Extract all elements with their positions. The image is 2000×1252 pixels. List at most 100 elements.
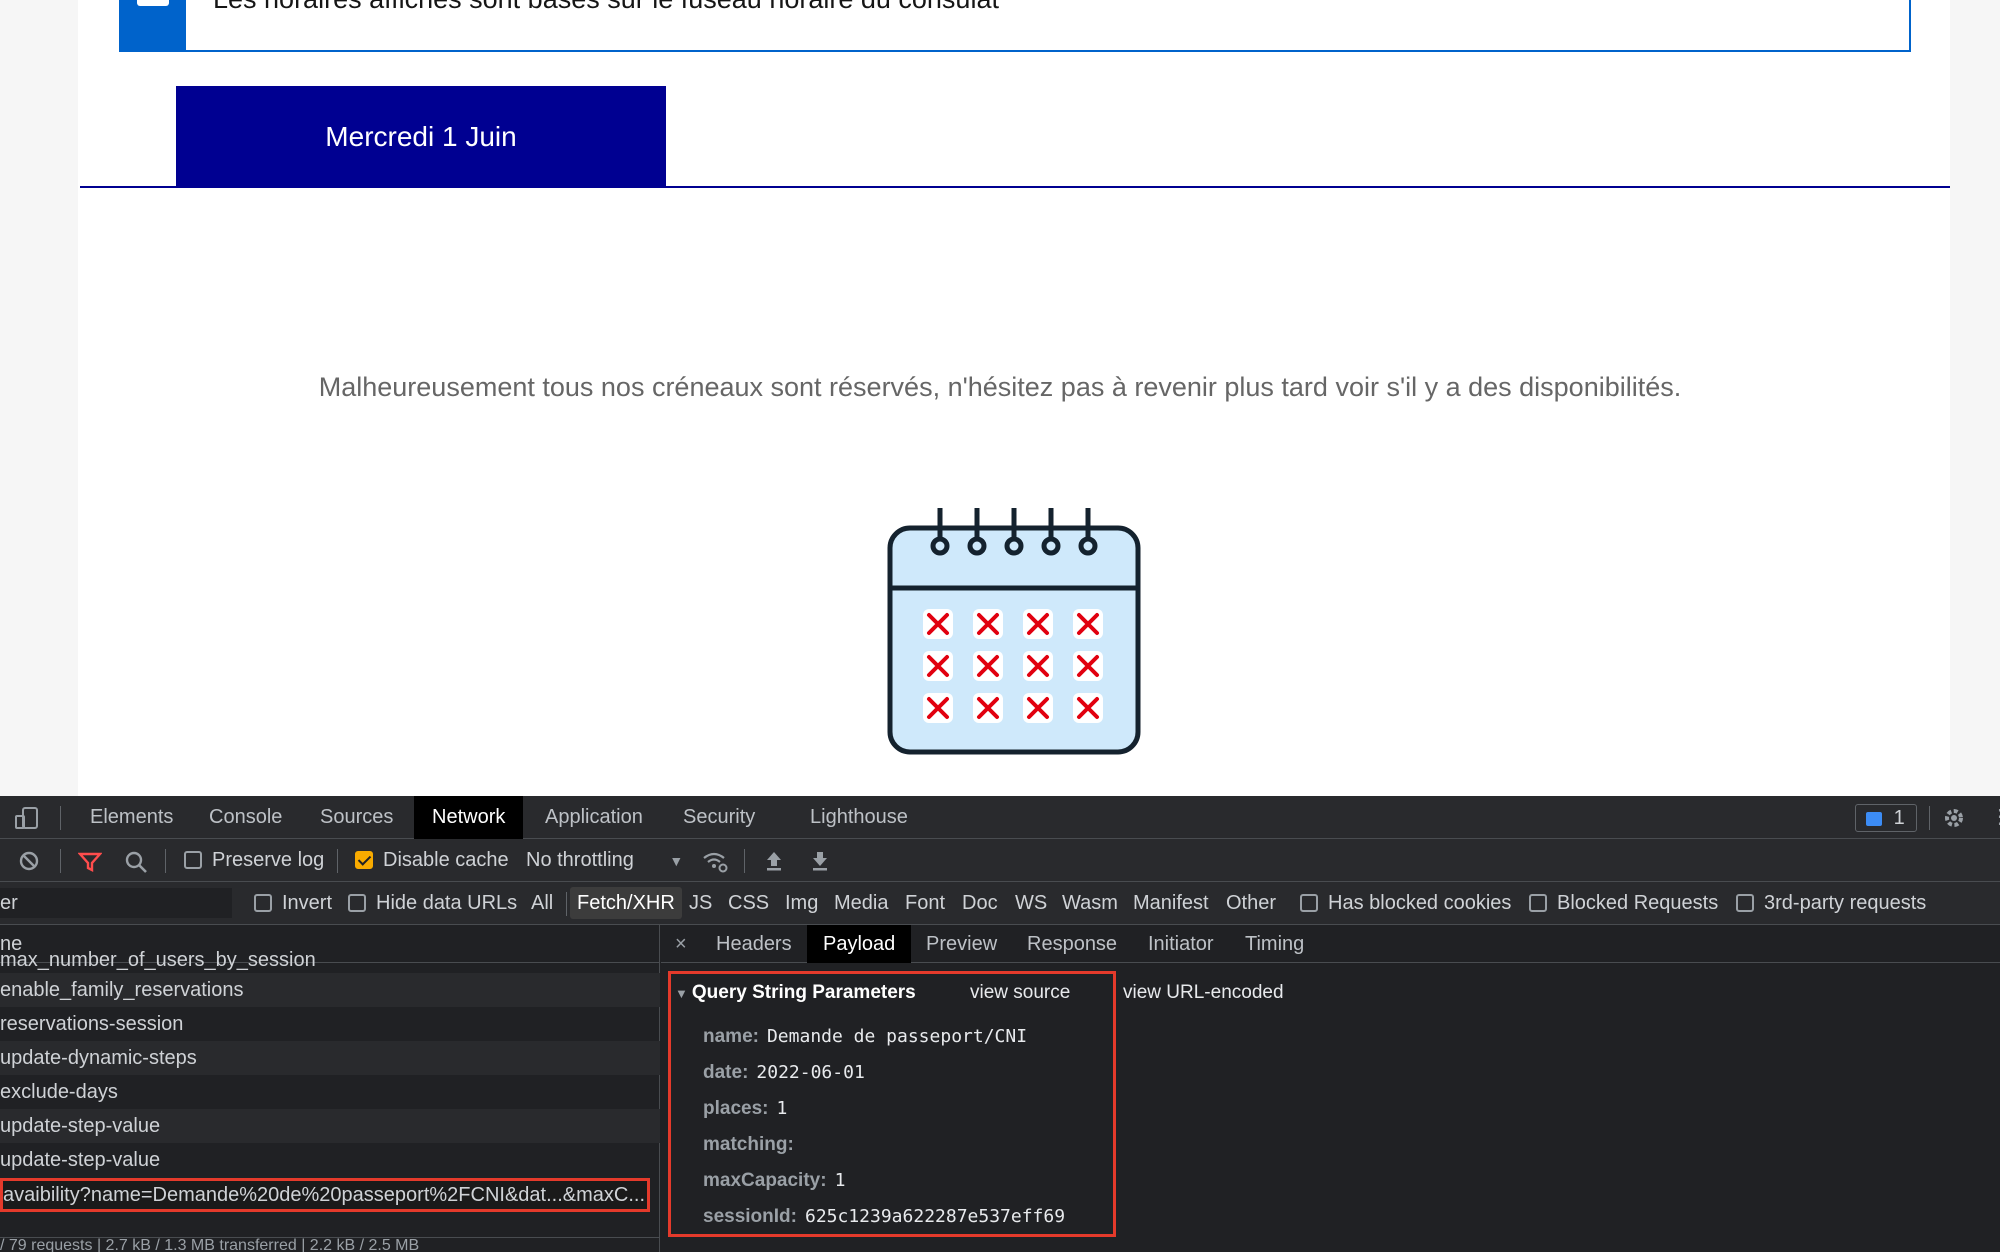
tab-console[interactable]: Console — [209, 796, 282, 839]
network-conditions-icon[interactable] — [702, 849, 728, 873]
param-value: 1 — [776, 1098, 788, 1119]
tab-elements[interactable]: Elements — [90, 796, 173, 839]
filter-type-ws[interactable]: WS — [1015, 882, 1047, 925]
filter-type-wasm[interactable]: Wasm — [1062, 882, 1118, 925]
issues-count: 1 — [1893, 807, 1905, 829]
filter-type-all[interactable]: All — [531, 882, 553, 925]
gear-icon[interactable] — [1942, 806, 1966, 830]
filter-type-manifest[interactable]: Manifest — [1133, 882, 1209, 925]
blocked-cookies-label: Has blocked cookies — [1328, 892, 1512, 914]
invert-checkbox[interactable]: Invert — [254, 882, 332, 925]
request-row[interactable]: max_number_of_users_by_session — [0, 951, 660, 973]
filter-type-fetch-xhr[interactable]: Fetch/XHR — [570, 887, 682, 919]
export-har-icon[interactable] — [810, 850, 830, 872]
filter-type-js[interactable]: JS — [689, 882, 712, 925]
hide-data-urls-box — [348, 894, 366, 912]
day-tab-label: Mercredi 1 Juin — [325, 121, 517, 152]
throttling-value: No throttling — [526, 849, 634, 871]
blocked-cookies-checkbox[interactable]: Has blocked cookies — [1300, 882, 1511, 925]
param-value: Demande de passeport/CNI — [766, 1026, 1028, 1047]
hide-data-urls-checkbox[interactable]: Hide data URLs — [348, 882, 517, 925]
filter-type-doc[interactable]: Doc — [962, 882, 998, 925]
query-string-section: ▼ Query String Parameters view source vie… — [668, 971, 1284, 1237]
filter-input[interactable]: er — [0, 888, 232, 918]
request-details: × Headers Payload Preview Response Initi… — [661, 925, 2000, 1252]
param-name: name: Demande de passeport/CNI — [703, 1026, 1027, 1048]
close-icon[interactable]: × — [675, 925, 687, 963]
param-session-id: sessionId: 625c1239a622287e537eff69 — [703, 1206, 1065, 1228]
calendar-full-icon — [887, 508, 1141, 755]
throttling-select[interactable]: No throttling ▼ — [526, 839, 683, 882]
preserve-log-box — [184, 851, 202, 869]
filter-type-img[interactable]: Img — [785, 882, 818, 925]
info-stripe — [121, 0, 186, 52]
clear-icon[interactable] — [18, 850, 40, 872]
query-string-title: Query String Parameters — [691, 982, 916, 1003]
details-tabbar: × Headers Payload Preview Response Initi… — [661, 925, 2000, 963]
tab-lighthouse[interactable]: Lighthouse — [810, 796, 908, 839]
blocked-requests-label: Blocked Requests — [1557, 892, 1719, 914]
request-row[interactable]: reservations-session — [0, 1007, 660, 1041]
filter-type-css[interactable]: CSS — [728, 882, 769, 925]
filter-type-other[interactable]: Other — [1226, 882, 1276, 925]
param-key: matching: — [703, 1134, 794, 1155]
third-party-box — [1736, 894, 1754, 912]
tab-headers[interactable]: Headers — [716, 925, 792, 963]
blocked-requests-box — [1529, 894, 1547, 912]
blocked-requests-checkbox[interactable]: Blocked Requests — [1529, 882, 1718, 925]
tab-network[interactable]: Network — [414, 796, 524, 839]
network-toolbar: Preserve log Disable cache No throttling… — [0, 839, 2000, 882]
import-har-icon[interactable] — [764, 850, 784, 872]
more-menu-icon[interactable]: ⋮ — [1990, 804, 2000, 829]
day-tab-wednesday[interactable]: Mercredi 1 Juin — [176, 86, 666, 188]
invert-box — [254, 894, 272, 912]
device-toolbar-icon[interactable] — [14, 806, 40, 830]
info-banner: Les horaires affichés sont basés sur le … — [119, 0, 1911, 52]
tab-timing[interactable]: Timing — [1245, 925, 1304, 963]
disable-cache-label: Disable cache — [383, 849, 509, 871]
request-row[interactable]: exclude-days — [0, 1075, 660, 1109]
tab-initiator[interactable]: Initiator — [1148, 925, 1214, 963]
filter-type-font[interactable]: Font — [905, 882, 945, 925]
request-row[interactable]: update-step-value — [0, 1109, 660, 1143]
no-slots-message: Malheureusement tous nos créneaux sont r… — [318, 372, 1682, 402]
issues-badge[interactable]: 1 — [1855, 804, 1917, 832]
param-date: date: 2022-06-01 — [703, 1062, 865, 1084]
filter-type-media[interactable]: Media — [834, 882, 888, 925]
request-row[interactable]: enable_family_reservations — [0, 973, 660, 1007]
tab-application[interactable]: Application — [545, 796, 643, 839]
param-key: places: — [703, 1098, 769, 1119]
param-key: maxCapacity: — [703, 1170, 827, 1191]
tab-security[interactable]: Security — [683, 796, 755, 839]
search-icon[interactable] — [124, 850, 148, 874]
param-key: name: — [703, 1026, 759, 1047]
tab-response[interactable]: Response — [1027, 925, 1117, 963]
third-party-checkbox[interactable]: 3rd-party requests — [1736, 882, 1926, 925]
disable-cache-box — [355, 851, 373, 869]
disable-cache-checkbox[interactable]: Disable cache — [355, 839, 509, 882]
requests-summary: / 79 requests | 2.7 kB / 1.3 MB transfer… — [0, 1237, 660, 1252]
filter-input-text: er — [0, 892, 18, 914]
tab-preview[interactable]: Preview — [926, 925, 997, 963]
tab-sources[interactable]: Sources — [320, 796, 393, 839]
devtools-panel: Elements Console Sources Network Applica… — [0, 796, 2000, 1252]
view-source-link[interactable]: view source — [970, 982, 1070, 1004]
filter-icon[interactable] — [78, 851, 102, 873]
tab-payload[interactable]: Payload — [807, 925, 912, 963]
param-value: 2022-06-01 — [756, 1062, 865, 1083]
message-icon — [1866, 812, 1882, 826]
query-string-toggle[interactable]: ▼ Query String Parameters — [675, 982, 916, 1004]
third-party-label: 3rd-party requests — [1764, 892, 1927, 914]
param-places: places: 1 — [703, 1098, 787, 1120]
param-key: sessionId: — [703, 1206, 797, 1227]
preserve-log-checkbox[interactable]: Preserve log — [184, 839, 324, 882]
param-max-capacity: maxCapacity: 1 — [703, 1170, 845, 1192]
request-row-selected[interactable]: avaibility?name=Demande%20de%20passeport… — [0, 1178, 650, 1212]
request-row[interactable]: update-dynamic-steps — [0, 1041, 660, 1075]
view-url-encoded-link[interactable]: view URL-encoded — [1123, 982, 1284, 1004]
preserve-log-label: Preserve log — [212, 849, 325, 871]
triangle-down-icon: ▼ — [675, 986, 688, 1001]
tab-underline — [80, 186, 1950, 188]
request-row[interactable]: update-step-value — [0, 1143, 660, 1177]
param-matching: matching: — [703, 1134, 802, 1156]
